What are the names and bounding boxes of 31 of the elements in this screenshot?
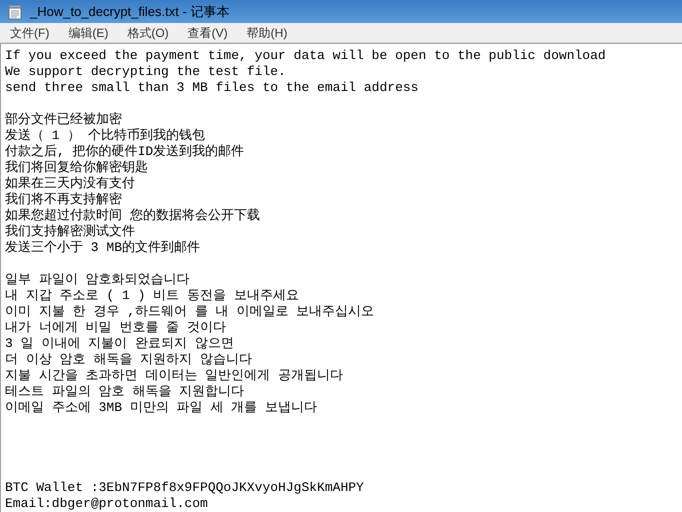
text-line: Email:dbger@protonmail.com (5, 496, 208, 511)
text-line: 我们将不再支持解密 (5, 192, 122, 207)
text-line: send three small than 3 MB files to the email address (5, 80, 418, 95)
text-line: If you exceed the payment time, your data will be open to the public download (5, 48, 606, 63)
text-line: 如果在三天内没有支付 (5, 176, 135, 191)
text-line: 我们将回复给你解密钥匙 (5, 160, 148, 175)
text-line: 付款之后, 把你的硬件ID发送到我的邮件 (5, 144, 244, 159)
text-line: 지불 시간을 초과하면 데이터는 일반인에게 공개됩니다 (5, 368, 344, 383)
text-line: 내가 너에게 비밀 번호를 줄 것이다 (5, 320, 226, 335)
text-line: 더 이상 암호 해독을 지원하지 않습니다 (5, 352, 252, 367)
text-line: 내 지갑 주소로 ( 1 ) 비트 동전을 보내주세요 (5, 288, 299, 303)
menu-item[interactable]: 查看(V) (182, 24, 234, 42)
menu-item[interactable]: 编辑(E) (62, 24, 114, 42)
text-line: We support decrypting the test file. (5, 64, 286, 79)
text-line: BTC Wallet :3EbN7FP8f8x9FPQQoJKXvyoHJgSkKmAHPY (5, 480, 364, 495)
text-area[interactable] (0, 43, 682, 512)
text-line: 部分文件已经被加密 (5, 112, 122, 127)
text-line: 3 일 이내에 지불이 완료되지 않으면 (5, 336, 234, 351)
text-line: 테스트 파일의 암호 해독을 지원합니다 (5, 384, 244, 399)
text-line: 发送三个小于 3 MB的文件到邮件 (5, 240, 200, 255)
text-line: 일부 파일이 암호화되었습니다 (5, 272, 190, 287)
text-line: 이미 지불 한 경우 ,하드웨어 를 내 이메일로 보내주십시오 (5, 304, 374, 319)
text-line: 如果您超过付款时间 您的数据将会公开下载 (5, 208, 260, 223)
window-title: _How_to_decrypt_files.txt - 记事本 (30, 2, 230, 21)
text-line: 发送（ 1 ） 个比特币到我的钱包 (5, 128, 206, 143)
text-line: 이메일 주소에 3MB 미만의 파일 세 개를 보냅니다 (5, 400, 318, 415)
text-line: 我们支持解密测试文件 (5, 224, 135, 239)
menu-item[interactable]: 帮助(H) (240, 24, 294, 42)
menu-item[interactable]: 文件(F) (4, 24, 56, 42)
menu-item[interactable]: 格式(O) (121, 24, 175, 42)
notepad-icon (8, 4, 22, 20)
